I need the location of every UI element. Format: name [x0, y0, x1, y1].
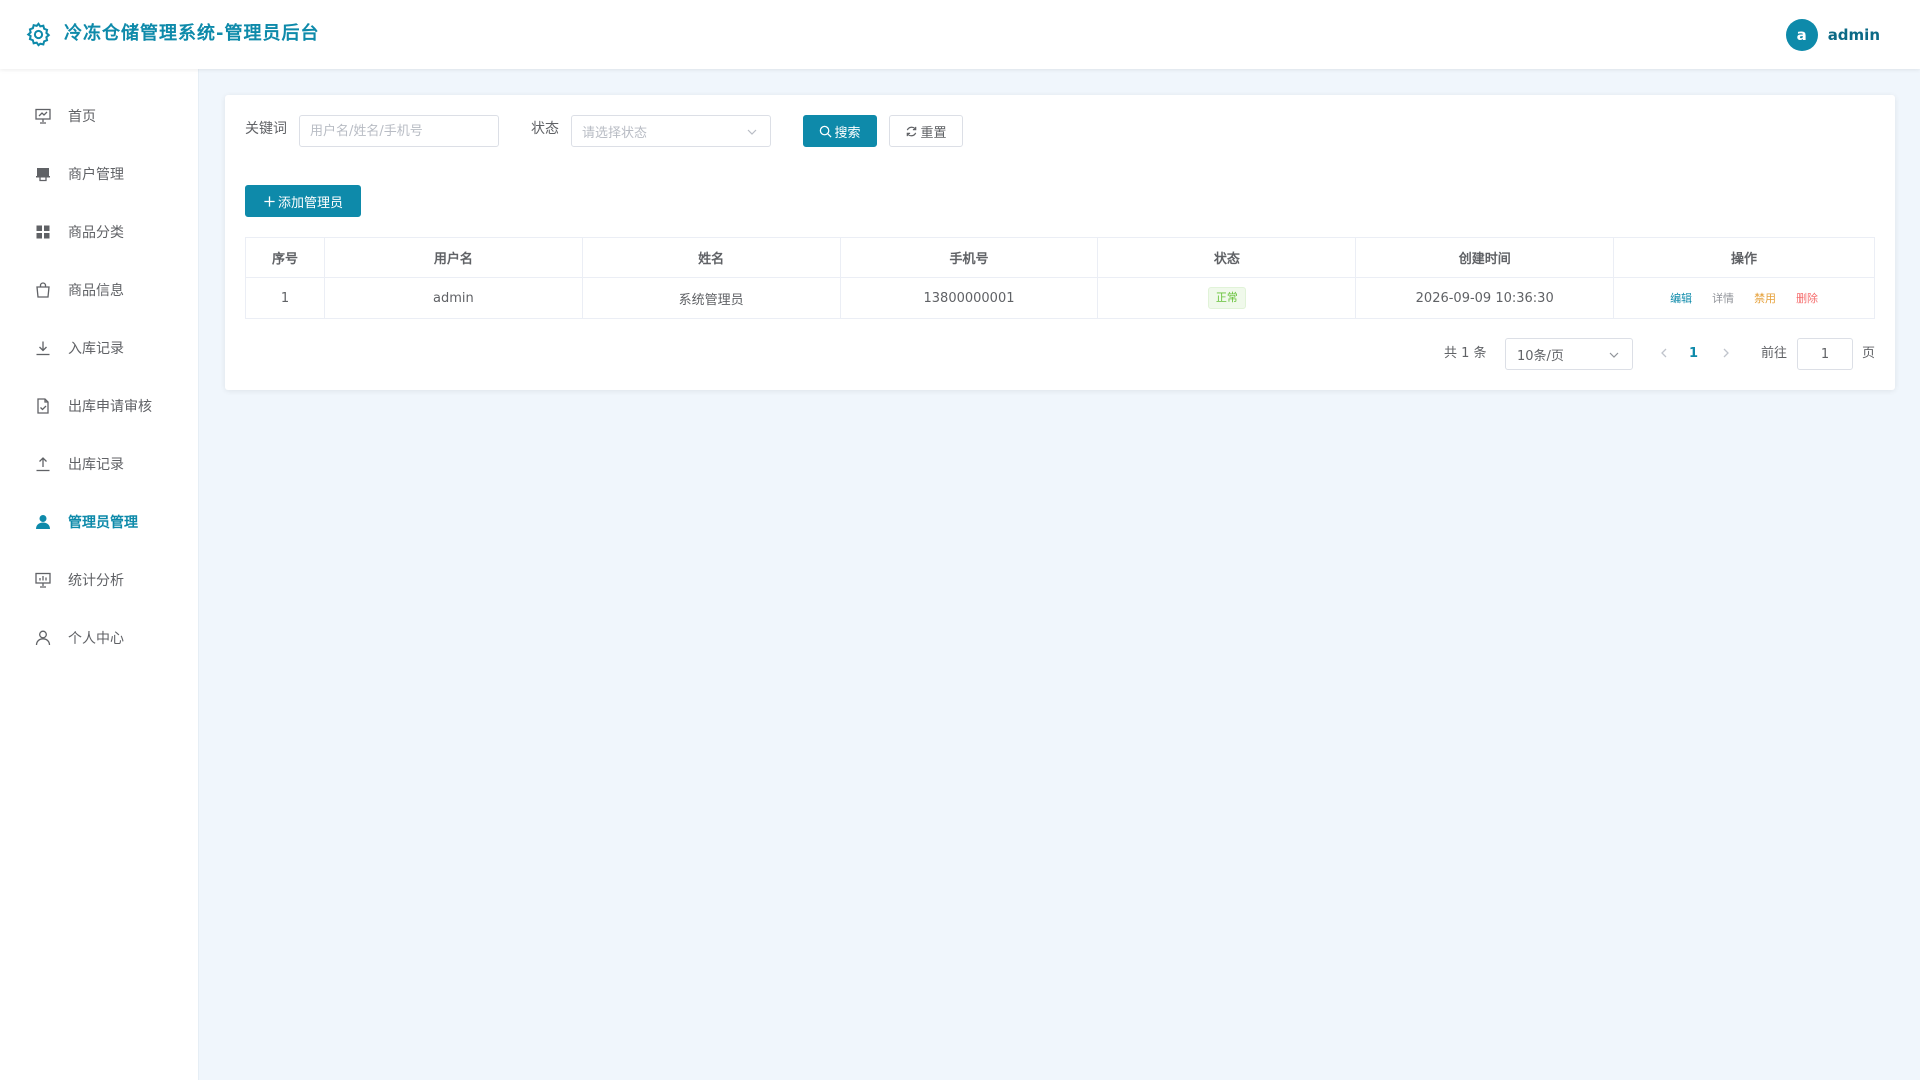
document-check-icon [37, 398, 49, 414]
delete-link[interactable]: 删除 [1796, 292, 1818, 305]
reset-button-label: 重置 [920, 125, 947, 141]
user-filled-icon [36, 515, 50, 529]
keyword-input[interactable] [299, 115, 499, 147]
keyword-label: 关键词 [245, 121, 287, 137]
download-icon [36, 341, 50, 356]
sidebar-item-label: 统计分析 [68, 573, 124, 589]
username[interactable]: admin [1828, 26, 1880, 44]
sidebar-item-label: 出库申请审核 [68, 399, 152, 415]
store-icon [36, 168, 50, 182]
avatar[interactable]: a [1785, 19, 1818, 51]
table-header-row: 序号 用户名 姓名 手机号 状态 创建时间 操作 [245, 237, 1875, 278]
disable-link[interactable]: 禁用 [1754, 292, 1776, 305]
column-header: 操作 [1613, 237, 1875, 278]
page-size-select[interactable]: 10条/页 [1505, 338, 1633, 370]
chevron-right-icon[interactable] [1719, 346, 1733, 360]
sidebar-item-admins[interactable]: 管理员管理 [0, 502, 199, 542]
pagination-page-unit: 页 [1862, 346, 1876, 361]
cell-username: admin [324, 277, 583, 319]
cell-index: 1 [245, 277, 325, 319]
reset-button[interactable]: 重置 [889, 115, 963, 147]
sidebar: 首页 商户管理 商品分类 商品信息 入库记录 出库申请审核 出库记录 管理员管理… [0, 69, 199, 1080]
sidebar-item-statistics[interactable]: 统计分析 [0, 560, 199, 600]
cell-phone: 13800000001 [840, 277, 1099, 319]
cell-status: 正常 [1097, 277, 1357, 319]
pagination-total: 共 1 条 [1444, 346, 1487, 361]
table-row: 1 admin 系统管理员 13800000001 正常 2026-09-09 … [245, 277, 1875, 319]
chevron-down-icon [747, 129, 757, 135]
chevron-down-icon [1609, 352, 1619, 358]
sidebar-item-label: 出库记录 [68, 457, 124, 473]
search-icon [820, 125, 833, 138]
cell-created-at: 2026-09-09 10:36:30 [1355, 277, 1615, 319]
admin-list-card: 关键词 状态 请选择状态 搜索 重置 添加管理员 序号 [225, 95, 1895, 390]
sidebar-item-label: 商品信息 [68, 283, 124, 299]
column-header: 序号 [245, 237, 325, 278]
sidebar-item-label: 商品分类 [68, 225, 124, 241]
page-size-value: 10条/页 [1517, 348, 1564, 364]
app-title: 冷冻仓储管理系统-管理员后台 [64, 23, 320, 44]
cell-actions: 编辑 详情 禁用 删除 [1613, 277, 1875, 319]
chevron-left-icon[interactable] [1657, 346, 1671, 360]
bag-icon [36, 282, 50, 298]
detail-link[interactable]: 详情 [1712, 292, 1734, 305]
pagination-goto-input[interactable] [1797, 338, 1853, 370]
sidebar-item-home[interactable]: 首页 [0, 96, 199, 136]
add-admin-button-label: 添加管理员 [277, 195, 343, 211]
top-header: 冷冻仓储管理系统-管理员后台 a admin [0, 0, 1920, 69]
status-badge: 正常 [1207, 287, 1246, 309]
search-button[interactable]: 搜索 [803, 115, 877, 147]
cell-name: 系统管理员 [582, 277, 841, 319]
sidebar-item-label: 首页 [68, 109, 96, 125]
status-label: 状态 [531, 121, 559, 137]
gear-icon [26, 22, 51, 47]
status-select[interactable]: 请选择状态 [571, 115, 771, 147]
pagination-goto-label: 前往 [1761, 346, 1788, 361]
column-header: 用户名 [324, 237, 583, 278]
chart-board-icon [35, 572, 51, 588]
sidebar-item-products[interactable]: 商品信息 [0, 270, 199, 310]
column-header: 状态 [1097, 237, 1357, 278]
dashboard-icon [35, 108, 51, 124]
sidebar-item-inbound[interactable]: 入库记录 [0, 328, 199, 368]
add-admin-button[interactable]: 添加管理员 [245, 185, 361, 217]
column-header: 姓名 [582, 237, 841, 278]
column-header: 创建时间 [1355, 237, 1615, 278]
sidebar-item-categories[interactable]: 商品分类 [0, 212, 199, 252]
status-select-placeholder: 请选择状态 [582, 125, 648, 141]
grid-icon [36, 225, 50, 239]
sidebar-item-outbound[interactable]: 出库记录 [0, 444, 199, 484]
sidebar-item-label: 管理员管理 [68, 515, 138, 531]
pagination-page-current[interactable]: 1 [1689, 344, 1698, 364]
column-header: 手机号 [840, 237, 1099, 278]
admin-table: 序号 用户名 姓名 手机号 状态 创建时间 操作 1 admin 系统管理员 1… [245, 237, 1875, 319]
user-icon [35, 630, 51, 646]
plus-icon [264, 195, 275, 207]
upload-icon [36, 457, 50, 472]
sidebar-item-label: 商户管理 [68, 167, 124, 183]
sidebar-item-merchants[interactable]: 商户管理 [0, 154, 199, 194]
sidebar-item-profile[interactable]: 个人中心 [0, 618, 199, 658]
sidebar-item-label: 入库记录 [68, 341, 124, 357]
user-menu[interactable]: a admin [1785, 19, 1880, 51]
sidebar-item-outbound-review[interactable]: 出库申请审核 [0, 386, 199, 426]
edit-link[interactable]: 编辑 [1670, 292, 1692, 305]
search-button-label: 搜索 [834, 125, 861, 141]
refresh-icon [907, 126, 917, 136]
sidebar-item-label: 个人中心 [68, 631, 124, 647]
